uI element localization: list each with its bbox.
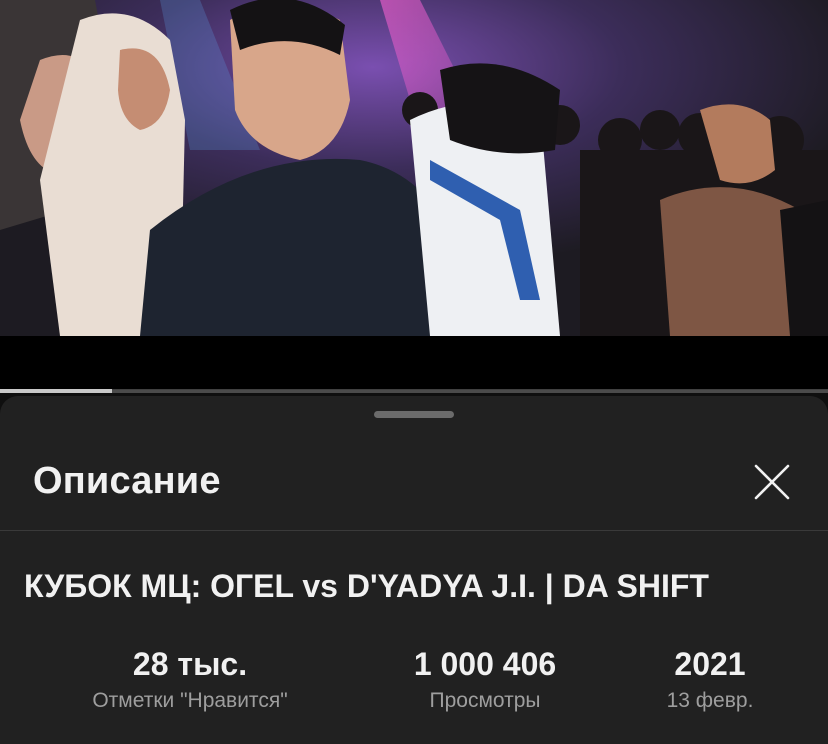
video-title: КУБОК МЦ: OГEL vs D'YADYA J.I. | DA SHIF… [24, 568, 709, 604]
publish-date: 13 февр. [666, 689, 754, 712]
views-label: Просмотры [429, 689, 541, 712]
likes-stat: 28 тыс. Отметки "Нравится" [60, 646, 320, 714]
date-stat: 2021 13 февр. [640, 646, 780, 714]
publish-year: 2021 [674, 646, 746, 682]
video-letterbox [0, 336, 828, 390]
close-button[interactable] [748, 458, 796, 506]
video-progress-bar[interactable] [0, 389, 828, 393]
sheet-title: Описание [33, 460, 221, 502]
likes-count: 28 тыс. [132, 646, 248, 682]
video-stats: 28 тыс. Отметки "Нравится" 1 000 406 Про… [0, 646, 828, 726]
close-icon [754, 464, 790, 500]
sheet-drag-handle[interactable] [374, 411, 454, 418]
views-count: 1 000 406 [413, 646, 557, 682]
video-progress-fill [0, 389, 112, 393]
sheet-divider [0, 530, 828, 531]
views-stat: 1 000 406 Просмотры [375, 646, 595, 714]
likes-label: Отметки "Нравится" [92, 689, 288, 712]
video-frame-image [0, 0, 828, 336]
description-sheet: Описание КУБОК МЦ: OГEL vs D'YADYA J.I. … [0, 396, 828, 744]
video-player[interactable] [0, 0, 828, 336]
